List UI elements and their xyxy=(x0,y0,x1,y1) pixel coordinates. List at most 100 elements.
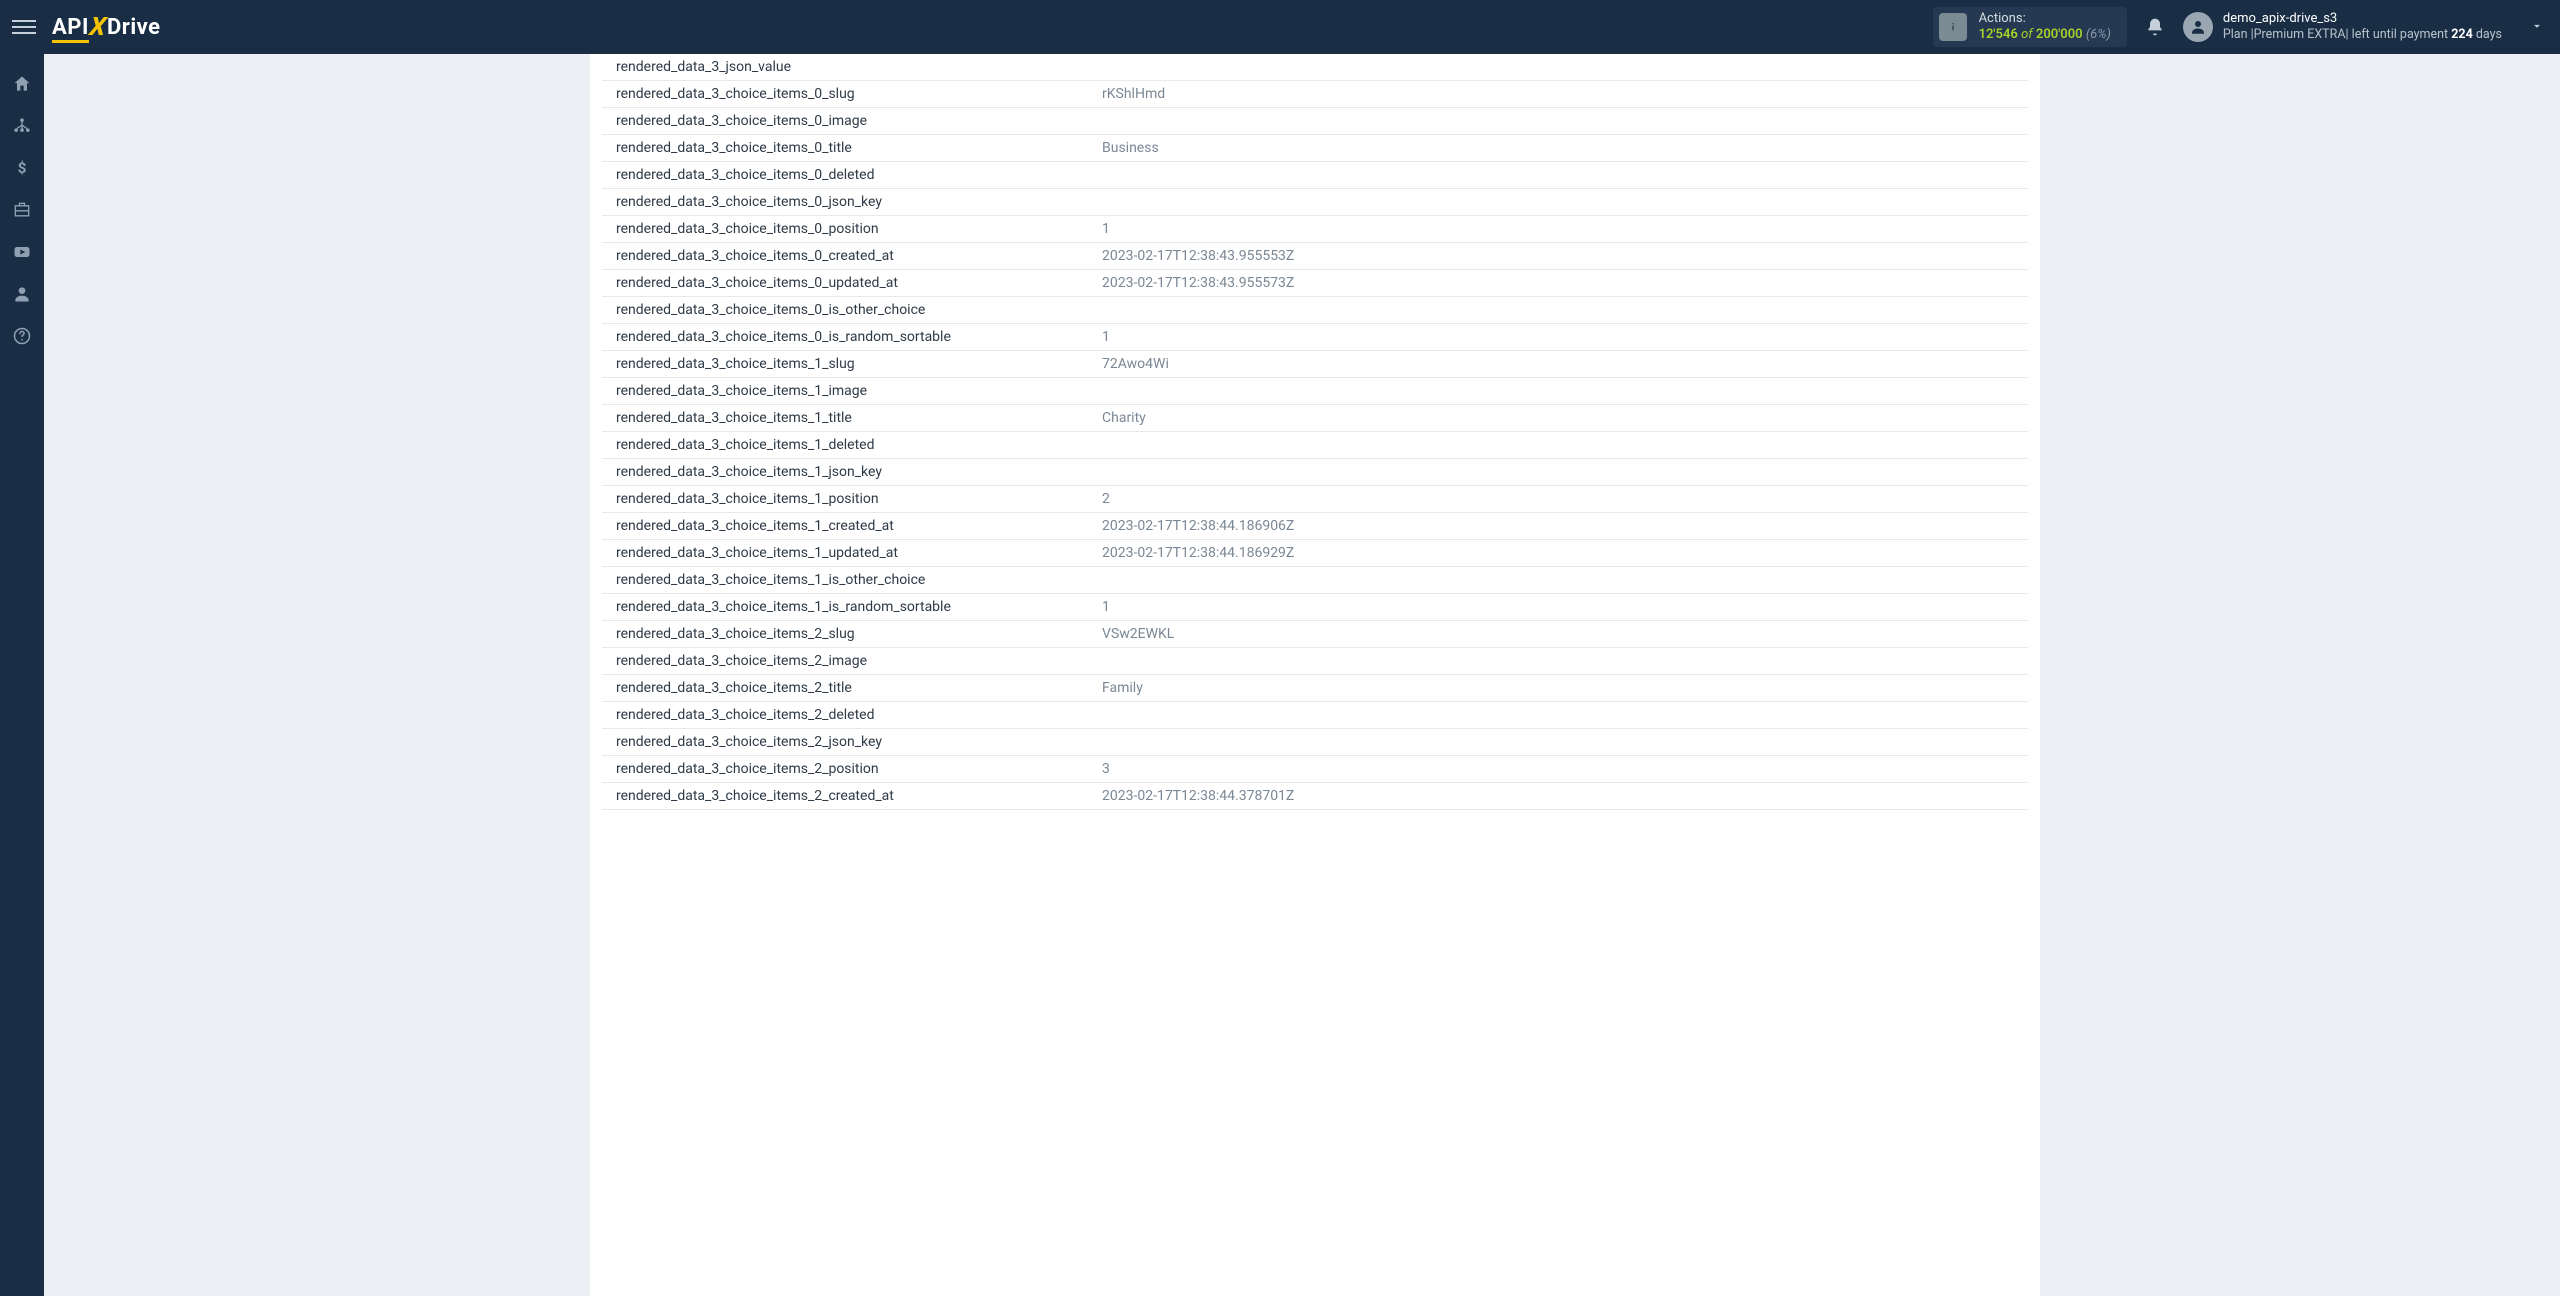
row-value: Family xyxy=(1102,680,2028,696)
data-row: rendered_data_3_choice_items_2_position3 xyxy=(602,756,2028,783)
row-key: rendered_data_3_choice_items_2_title xyxy=(602,680,1102,696)
data-row: rendered_data_3_choice_items_0_position1 xyxy=(602,216,2028,243)
billing-icon[interactable]: $ xyxy=(12,158,32,178)
row-key: rendered_data_3_choice_items_1_deleted xyxy=(602,437,1102,453)
user-menu[interactable]: demo_apix-drive_s3 Plan |Premium EXTRA| … xyxy=(2183,11,2548,43)
help-icon[interactable] xyxy=(12,326,32,346)
app-header: API X Drive Actions: 12'546 of 200'000 (… xyxy=(0,0,2560,54)
plan-prefix: Plan | xyxy=(2223,27,2254,42)
data-row: rendered_data_3_choice_items_0_is_random… xyxy=(602,324,2028,351)
data-row: rendered_data_3_choice_items_2_titleFami… xyxy=(602,675,2028,702)
data-row: rendered_data_3_choice_items_0_is_other_… xyxy=(602,297,2028,324)
actions-usage-text: Actions: 12'546 of 200'000 (6%) xyxy=(1979,11,2111,44)
row-key: rendered_data_3_choice_items_0_updated_a… xyxy=(602,275,1102,291)
row-value: Charity xyxy=(1102,410,2028,426)
data-row: rendered_data_3_choice_items_1_slug72Awo… xyxy=(602,351,2028,378)
row-key: rendered_data_3_choice_items_0_json_key xyxy=(602,194,1102,210)
row-key: rendered_data_3_choice_items_2_slug xyxy=(602,626,1102,642)
data-row: rendered_data_3_choice_items_0_slugrKShl… xyxy=(602,81,2028,108)
logo-part-drive: Drive xyxy=(107,15,161,40)
row-key: rendered_data_3_choice_items_1_created_a… xyxy=(602,518,1102,534)
data-row: rendered_data_3_choice_items_1_json_key xyxy=(602,459,2028,486)
data-row: rendered_data_3_choice_items_2_slugVSw2E… xyxy=(602,621,2028,648)
row-value: 2023-02-17T12:38:44.186929Z xyxy=(1102,545,2028,561)
row-value: VSw2EWKL xyxy=(1102,626,2028,642)
row-key: rendered_data_3_choice_items_0_is_other_… xyxy=(602,302,1102,318)
row-key: rendered_data_3_choice_items_2_image xyxy=(602,653,1102,669)
data-row: rendered_data_3_choice_items_2_json_key xyxy=(602,729,2028,756)
row-key: rendered_data_3_choice_items_0_is_random… xyxy=(602,329,1102,345)
row-key: rendered_data_3_choice_items_2_created_a… xyxy=(602,788,1102,804)
data-row: rendered_data_3_choice_items_0_titleBusi… xyxy=(602,135,2028,162)
data-row: rendered_data_3_choice_items_1_deleted xyxy=(602,432,2028,459)
data-row: rendered_data_3_choice_items_2_created_a… xyxy=(602,783,2028,810)
info-icon xyxy=(1939,13,1967,41)
data-row: rendered_data_3_choice_items_1_position2 xyxy=(602,486,2028,513)
row-key: rendered_data_3_choice_items_2_deleted xyxy=(602,707,1102,723)
data-row: rendered_data_3_choice_items_1_is_random… xyxy=(602,594,2028,621)
row-key: rendered_data_3_choice_items_1_updated_a… xyxy=(602,545,1102,561)
plan-name: Premium EXTRA xyxy=(2254,27,2346,42)
data-row: rendered_data_3_choice_items_0_created_a… xyxy=(602,243,2028,270)
user-name: demo_apix-drive_s3 xyxy=(2223,11,2502,27)
data-row: rendered_data_3_choice_items_0_updated_a… xyxy=(602,270,2028,297)
row-value: 2023-02-17T12:38:44.378701Z xyxy=(1102,788,2028,804)
account-icon[interactable] xyxy=(12,284,32,304)
row-key: rendered_data_3_choice_items_1_title xyxy=(602,410,1102,426)
row-key: rendered_data_3_choice_items_0_title xyxy=(602,140,1102,156)
row-value: 2023-02-17T12:38:43.955573Z xyxy=(1102,275,2028,291)
actions-pct: (6%) xyxy=(2086,27,2111,42)
content-area[interactable]: rendered_data_3_json_value rendered_data_… xyxy=(44,54,2560,1296)
row-value: 2023-02-17T12:38:43.955553Z xyxy=(1102,248,2028,264)
row-value: 2 xyxy=(1102,491,2028,507)
row-key: rendered_data_3_choice_items_1_slug xyxy=(602,356,1102,372)
data-row: rendered_data_3_choice_items_0_image xyxy=(602,108,2028,135)
connections-icon[interactable] xyxy=(12,116,32,136)
row-key: rendered_data_3_json_value xyxy=(602,59,1102,75)
actions-total: 200'000 xyxy=(2036,27,2083,42)
home-icon[interactable] xyxy=(12,74,32,94)
data-row: rendered_data_3_json_value xyxy=(602,54,2028,81)
data-row: rendered_data_3_choice_items_0_json_key xyxy=(602,189,2028,216)
row-key: rendered_data_3_choice_items_1_image xyxy=(602,383,1102,399)
row-value: 72Awo4Wi xyxy=(1102,356,2028,372)
data-rows: rendered_data_3_json_value rendered_data_… xyxy=(590,54,2040,810)
data-row: rendered_data_3_choice_items_1_updated_a… xyxy=(602,540,2028,567)
notifications-icon[interactable] xyxy=(2145,17,2165,37)
data-row: rendered_data_3_choice_items_1_image xyxy=(602,378,2028,405)
row-key: rendered_data_3_choice_items_2_position xyxy=(602,761,1102,777)
row-key: rendered_data_3_choice_items_1_json_key xyxy=(602,464,1102,480)
row-key: rendered_data_3_choice_items_1_position xyxy=(602,491,1102,507)
menu-toggle-button[interactable] xyxy=(12,15,36,39)
briefcase-icon[interactable] xyxy=(12,200,32,220)
row-value: rKShlHmd xyxy=(1102,86,2028,102)
data-row: rendered_data_3_choice_items_1_is_other_… xyxy=(602,567,2028,594)
logo-part-api: API xyxy=(52,15,89,40)
data-row: rendered_data_3_choice_items_2_image xyxy=(602,648,2028,675)
row-value: 1 xyxy=(1102,599,2028,615)
youtube-icon[interactable] xyxy=(12,242,32,262)
row-key: rendered_data_3_choice_items_2_json_key xyxy=(602,734,1102,750)
row-key: rendered_data_3_choice_items_0_position xyxy=(602,221,1102,237)
row-key: rendered_data_3_choice_items_1_is_random… xyxy=(602,599,1102,615)
user-text: demo_apix-drive_s3 Plan |Premium EXTRA| … xyxy=(2223,11,2502,43)
actions-used: 12'546 xyxy=(1979,27,2018,42)
actions-usage-box[interactable]: Actions: 12'546 of 200'000 (6%) xyxy=(1933,7,2127,48)
row-key: rendered_data_3_choice_items_0_created_a… xyxy=(602,248,1102,264)
plan-days-suffix: days xyxy=(2473,27,2502,42)
data-row: rendered_data_3_choice_items_2_deleted xyxy=(602,702,2028,729)
actions-label: Actions: xyxy=(1979,11,2111,27)
data-card: rendered_data_3_json_value rendered_data_… xyxy=(590,54,2040,1296)
row-value: 1 xyxy=(1102,329,2028,345)
row-key: rendered_data_3_choice_items_0_image xyxy=(602,113,1102,129)
data-row: rendered_data_3_choice_items_1_created_a… xyxy=(602,513,2028,540)
plan-mid: | left until payment xyxy=(2346,27,2452,42)
row-value: 3 xyxy=(1102,761,2028,777)
svg-text:$: $ xyxy=(18,159,27,177)
chevron-down-icon xyxy=(2530,18,2544,37)
row-value: Business xyxy=(1102,140,2028,156)
plan-days-num: 224 xyxy=(2451,27,2473,42)
row-key: rendered_data_3_choice_items_1_is_other_… xyxy=(602,572,1102,588)
logo-part-x: X xyxy=(86,13,111,42)
logo[interactable]: API X Drive xyxy=(52,15,161,40)
